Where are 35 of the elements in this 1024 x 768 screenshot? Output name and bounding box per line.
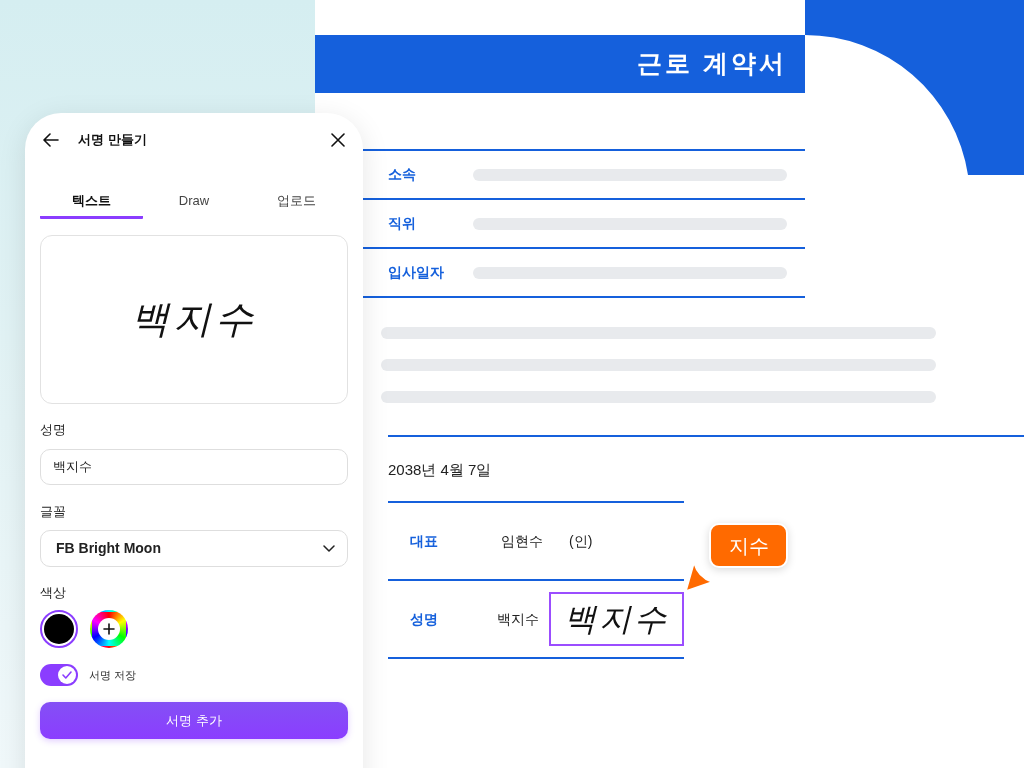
name-input-field[interactable]: 백지수 — [40, 449, 348, 485]
select-value: FB Bright Moon — [56, 539, 161, 558]
signatory-role: 대표 — [410, 531, 439, 551]
input-value: 백지수 — [53, 458, 92, 477]
info-label: 소속 — [388, 165, 417, 184]
tab[interactable]: 텍스트 — [40, 182, 143, 219]
close-icon[interactable] — [331, 133, 345, 147]
check-icon — [62, 671, 72, 679]
document-date: 2038년 4월 7일 — [388, 460, 493, 480]
custom-color-button[interactable] — [90, 610, 128, 648]
tab[interactable]: Draw — [142, 182, 246, 219]
signatory-name: 임현수 — [501, 531, 544, 551]
collaborator-name-tag: 지수 — [709, 523, 788, 568]
field-label: 글꼴 — [40, 503, 67, 521]
info-label: 직위 — [388, 214, 417, 233]
field-label: 성명 — [40, 421, 67, 439]
panel-title: 서명 만들기 — [78, 131, 147, 150]
signature-text: 백지수 — [564, 603, 669, 635]
back-arrow-icon[interactable] — [43, 133, 59, 147]
plus-icon — [103, 623, 115, 635]
info-label: 입사일자 — [388, 263, 445, 282]
seal-mark: (인) — [569, 531, 593, 551]
cursor-arrow-icon — [685, 562, 713, 592]
signature-box[interactable]: 백지수 — [549, 592, 684, 646]
add-signature-button[interactable]: 서명 추가 — [40, 702, 348, 739]
save-toggle[interactable] — [40, 664, 78, 686]
toggle-label: 서명 저장 — [89, 667, 137, 683]
color-label: 색상 — [40, 584, 67, 602]
chevron-down-icon — [323, 545, 335, 552]
font-select-field[interactable]: FB Bright Moon — [40, 530, 348, 567]
document-title: 근로 계약서 — [637, 48, 787, 80]
signatory-role: 성명 — [410, 609, 439, 629]
signature-preview-text: 백지수 — [131, 296, 257, 343]
signatory-name: 백지수 — [496, 609, 540, 629]
tab[interactable]: 업로드 — [245, 182, 348, 219]
